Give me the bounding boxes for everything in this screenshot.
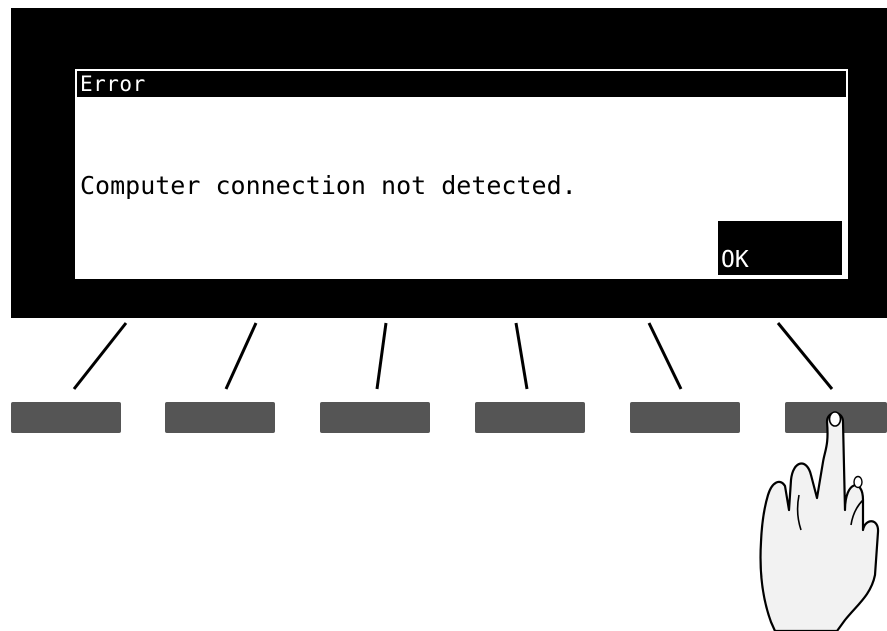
pointing-hand-icon xyxy=(759,411,880,631)
soft-key-1[interactable] xyxy=(11,402,121,433)
soft-key-5[interactable] xyxy=(630,402,740,433)
display-bezel: Error Computer connection not detected. … xyxy=(11,8,887,318)
dialog-title: Error xyxy=(77,71,846,97)
ok-button[interactable]: OK xyxy=(718,221,842,275)
leader-line-4 xyxy=(514,322,529,390)
leader-line-2 xyxy=(224,322,258,390)
dialog-message: Computer connection not detected. xyxy=(80,171,577,200)
lcd-screen: Error Computer connection not detected. … xyxy=(75,69,848,279)
soft-key-4[interactable] xyxy=(475,402,585,433)
soft-key-2[interactable] xyxy=(165,402,275,433)
leader-line-1 xyxy=(72,322,128,390)
leader-line-3 xyxy=(375,322,388,390)
leader-line-5 xyxy=(647,322,683,390)
leader-line-6 xyxy=(776,322,834,390)
soft-key-3[interactable] xyxy=(320,402,430,433)
